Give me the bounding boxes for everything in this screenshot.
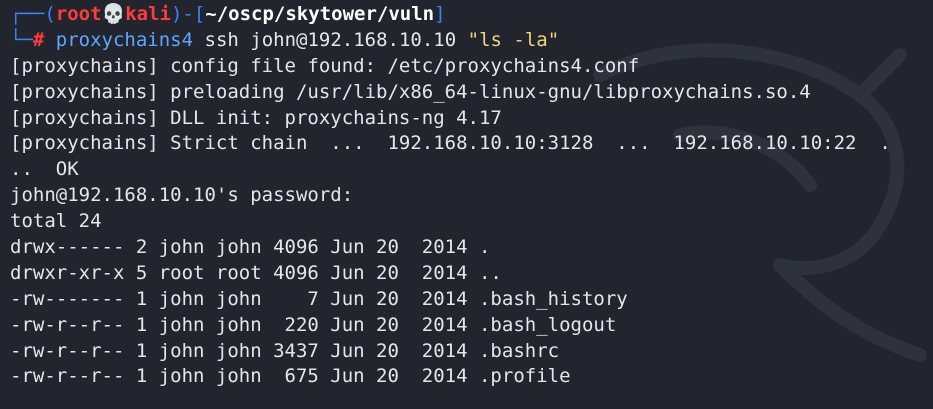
command-quoted-arg: "ls -la": [467, 28, 560, 51]
file-listing-row: -rw-r--r-- 1 john john 675 Jun 20 2014 .…: [10, 365, 571, 388]
output-line: [proxychains] preloading /usr/lib/x86_64…: [10, 80, 811, 103]
prompt-line-top: ┌──(root💀kali)-[~/oscp/skytower/vuln]: [10, 2, 933, 28]
prompt-line-command: └─# proxychains4 ssh john@192.168.10.10 …: [10, 28, 933, 54]
prompt-path: ~/oscp/skytower/vuln: [205, 3, 435, 25]
prompt-path-close: ]: [434, 3, 446, 25]
output-line: [proxychains] DLL init: proxychains-ng 4…: [10, 106, 502, 129]
command-name: proxychains4: [55, 28, 194, 51]
output-line: .. OK: [10, 158, 79, 181]
file-listing-row: drwxr-xr-x 5 root root 4096 Jun 20 2014 …: [10, 261, 502, 284]
file-listing-row: -rw-r--r-- 1 john john 3437 Jun 20 2014 …: [10, 339, 560, 362]
prompt-separator: )-[: [170, 3, 206, 25]
terminal-output: ┌──(root💀kali)-[~/oscp/skytower/vuln] └─…: [10, 2, 933, 390]
output-line: [proxychains] Strict chain ... 192.168.1…: [10, 132, 891, 155]
prompt-hash: #: [32, 28, 45, 51]
output-line: [proxychains] config file found: /etc/pr…: [10, 54, 640, 77]
command-args: ssh john@192.168.10.10: [204, 28, 457, 51]
prompt-box-bottom: └─: [10, 28, 33, 51]
terminal-window[interactable]: ┌──(root💀kali)-[~/oscp/skytower/vuln] └─…: [0, 0, 933, 409]
password-prompt: john@192.168.10.10's password:: [10, 184, 354, 207]
prompt-box-top: ┌──(: [10, 3, 56, 25]
prompt-user: root: [55, 3, 102, 25]
output-line: total 24: [10, 210, 102, 233]
file-listing-row: drwx------ 2 john john 4096 Jun 20 2014 …: [10, 236, 491, 259]
skull-icon: 💀: [101, 3, 126, 25]
file-listing-row: -rw-r--r-- 1 john john 220 Jun 20 2014 .…: [10, 313, 617, 336]
file-listing-row: -rw------- 1 john john 7 Jun 20 2014 .ba…: [10, 287, 628, 310]
prompt-host: kali: [125, 3, 171, 25]
